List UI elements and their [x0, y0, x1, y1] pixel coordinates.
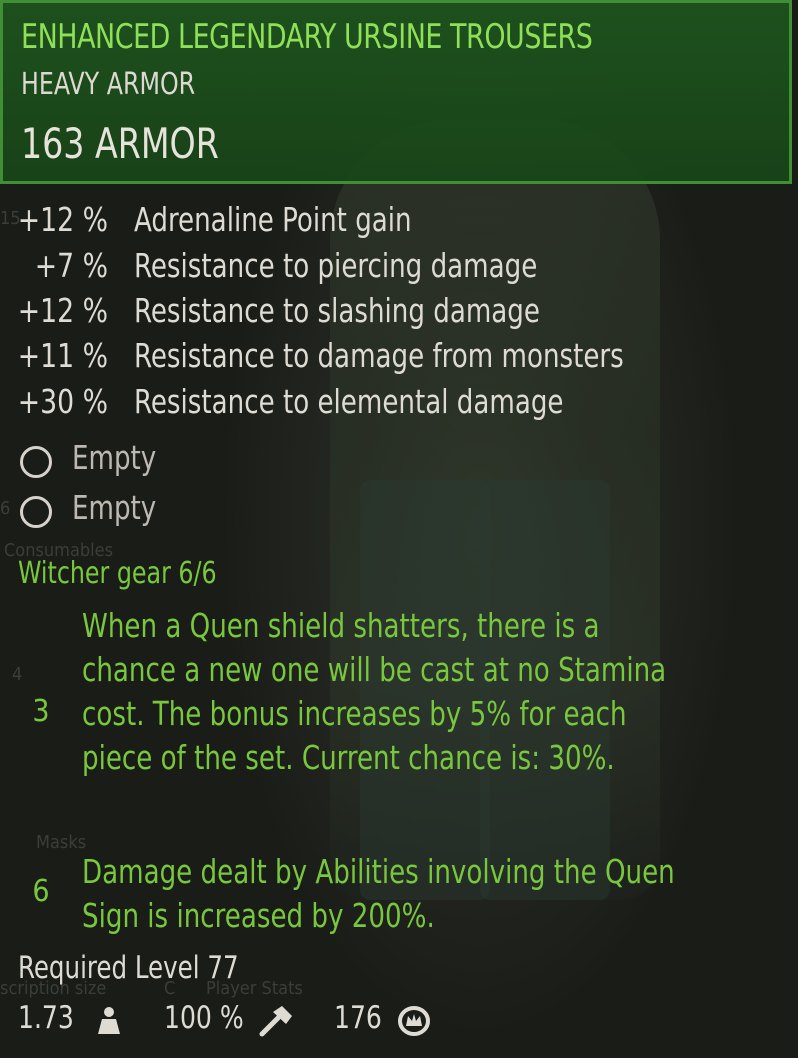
set-bonus-pieces: 3: [32, 694, 50, 729]
weight-value: 1.73: [18, 1000, 74, 1036]
required-level: Required Level 77: [18, 950, 239, 986]
empty-slot-icon: [20, 446, 52, 478]
stat-label: Resistance to damage from monsters: [134, 336, 624, 375]
slot-label: Empty: [72, 438, 157, 477]
stat-value: +30 %: [17, 382, 108, 421]
stat-label: Resistance to slashing damage: [134, 291, 540, 330]
slot-label: Empty: [72, 488, 157, 527]
weight-stat: 1.73: [18, 1000, 120, 1036]
empty-slot-icon: [20, 496, 52, 528]
stat-value: +7 %: [34, 246, 108, 285]
crowns-icon: [398, 1006, 430, 1036]
durability-stat: 100 %: [164, 1000, 292, 1037]
bg-number: 4: [12, 664, 23, 685]
stat-value: +12 %: [17, 291, 108, 330]
armor-value: 163 ARMOR: [21, 119, 219, 168]
hammer-icon: [259, 1006, 292, 1037]
stat-value: +11 %: [17, 336, 108, 375]
stat-label: Resistance to elemental damage: [134, 382, 564, 421]
bg-masks-label: Masks: [36, 832, 87, 853]
item-type: HEAVY ARMOR: [21, 67, 196, 102]
price-value: 176: [334, 1000, 382, 1036]
bg-number: 6: [0, 498, 11, 519]
durability-value: 100 %: [164, 1000, 244, 1036]
item-tooltip-header: ENHANCED LEGENDARY URSINE TROUSERS HEAVY…: [0, 0, 792, 184]
stat-label: Resistance to piercing damage: [134, 246, 538, 285]
weight-icon: [98, 1007, 120, 1034]
set-bonus-pieces: 6: [32, 874, 50, 909]
stat-label: Adrenaline Point gain: [134, 200, 412, 239]
price-stat: 176: [334, 1000, 430, 1036]
set-bonus-text: When a Quen shield shatters, there is a …: [82, 606, 667, 777]
stat-value: +12 %: [17, 200, 108, 239]
item-name: ENHANCED LEGENDARY URSINE TROUSERS: [21, 17, 593, 57]
set-bonus-text: Damage dealt by Abilities involving the …: [82, 852, 675, 935]
set-title: Witcher gear 6/6: [18, 556, 217, 591]
